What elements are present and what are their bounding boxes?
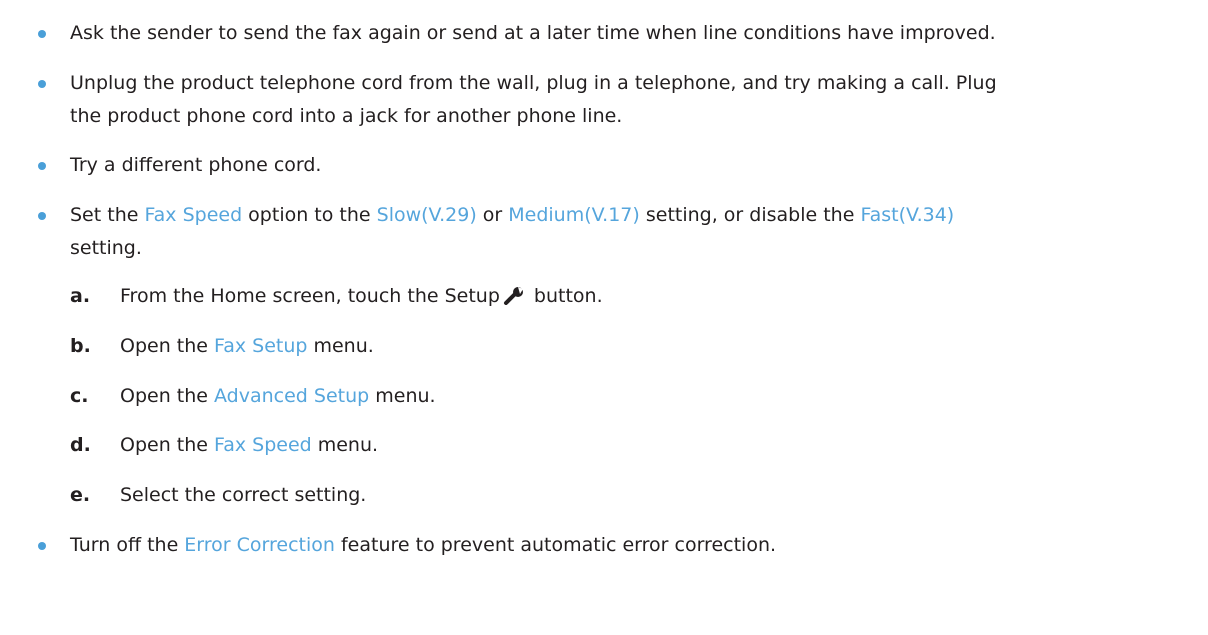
step-text: button. xyxy=(527,285,603,307)
item-text-line: setting. xyxy=(70,237,142,259)
step-letter: d. xyxy=(70,434,91,456)
error-correction-link[interactable]: Error Correction xyxy=(184,534,335,556)
list-item: Set the Fax Speed option to the Slow(V.2… xyxy=(70,199,1200,265)
text-run: setting, or disable the xyxy=(639,204,861,226)
text-run: option to the xyxy=(242,204,377,226)
text-run: feature to prevent automatic error corre… xyxy=(334,534,777,556)
step-text: Open the xyxy=(120,385,215,407)
text-run: Turn off the xyxy=(70,534,185,556)
step-text: menu. xyxy=(311,434,379,456)
step-letter: e. xyxy=(70,484,91,506)
step-text: menu. xyxy=(307,335,374,357)
step-text: Open the xyxy=(120,335,215,357)
step-text: menu. xyxy=(369,385,436,407)
list-item: Try a different phone cord. xyxy=(70,149,1200,182)
fax-setup-link[interactable]: Fax Setup xyxy=(214,335,307,357)
text-run: Set the xyxy=(70,204,145,226)
step-c: c. Open the Advanced Setup menu. xyxy=(70,380,436,413)
step-text: Select the correct setting. xyxy=(120,484,367,506)
document-page: { "items": [ { "text": "Ask the sender t… xyxy=(0,0,1208,635)
step-a: a. From the Home screen, touch the Setup … xyxy=(70,280,603,316)
wrench-icon xyxy=(503,283,525,316)
fax-speed-menu-link[interactable]: Fax Speed xyxy=(214,434,312,456)
bullet-dot xyxy=(38,30,46,38)
item-text-line: the product phone cord into a jack for a… xyxy=(70,105,623,127)
bullet-dot xyxy=(38,80,46,88)
medium-v17-link[interactable]: Medium(V.17) xyxy=(508,204,640,226)
step-text: From the Home screen, touch the Setup xyxy=(120,285,500,307)
slow-v29-link[interactable]: Slow(V.29) xyxy=(377,204,477,226)
item-text-line: Unplug the product telephone cord from t… xyxy=(70,72,997,94)
bullet-dot xyxy=(38,212,46,220)
advanced-setup-link[interactable]: Advanced Setup xyxy=(214,385,369,407)
text-run: or xyxy=(476,204,509,226)
step-letter: b. xyxy=(70,335,91,357)
step-d: d. Open the Fax Speed menu. xyxy=(70,429,378,462)
step-e: e. Select the correct setting. xyxy=(70,479,366,512)
item-text: Try a different phone cord. xyxy=(70,154,322,176)
fast-v34-link[interactable]: Fast(V.34) xyxy=(860,204,954,226)
bullet-dot xyxy=(38,542,46,550)
step-b: b. Open the Fax Setup menu. xyxy=(70,330,374,363)
list-item: Turn off the Error Correction feature to… xyxy=(70,529,1200,562)
item-text: Ask the sender to send the fax again or … xyxy=(70,22,996,44)
step-text: Open the xyxy=(120,434,215,456)
step-letter: a. xyxy=(70,285,91,307)
fax-speed-link[interactable]: Fax Speed xyxy=(144,204,242,226)
bullet-dot xyxy=(38,162,46,170)
step-letter: c. xyxy=(70,385,89,407)
list-item: Ask the sender to send the fax again or … xyxy=(70,17,1200,50)
list-item: Unplug the product telephone cord from t… xyxy=(70,67,1200,133)
item-text-line: Set the Fax Speed option to the Slow(V.2… xyxy=(70,199,1200,232)
